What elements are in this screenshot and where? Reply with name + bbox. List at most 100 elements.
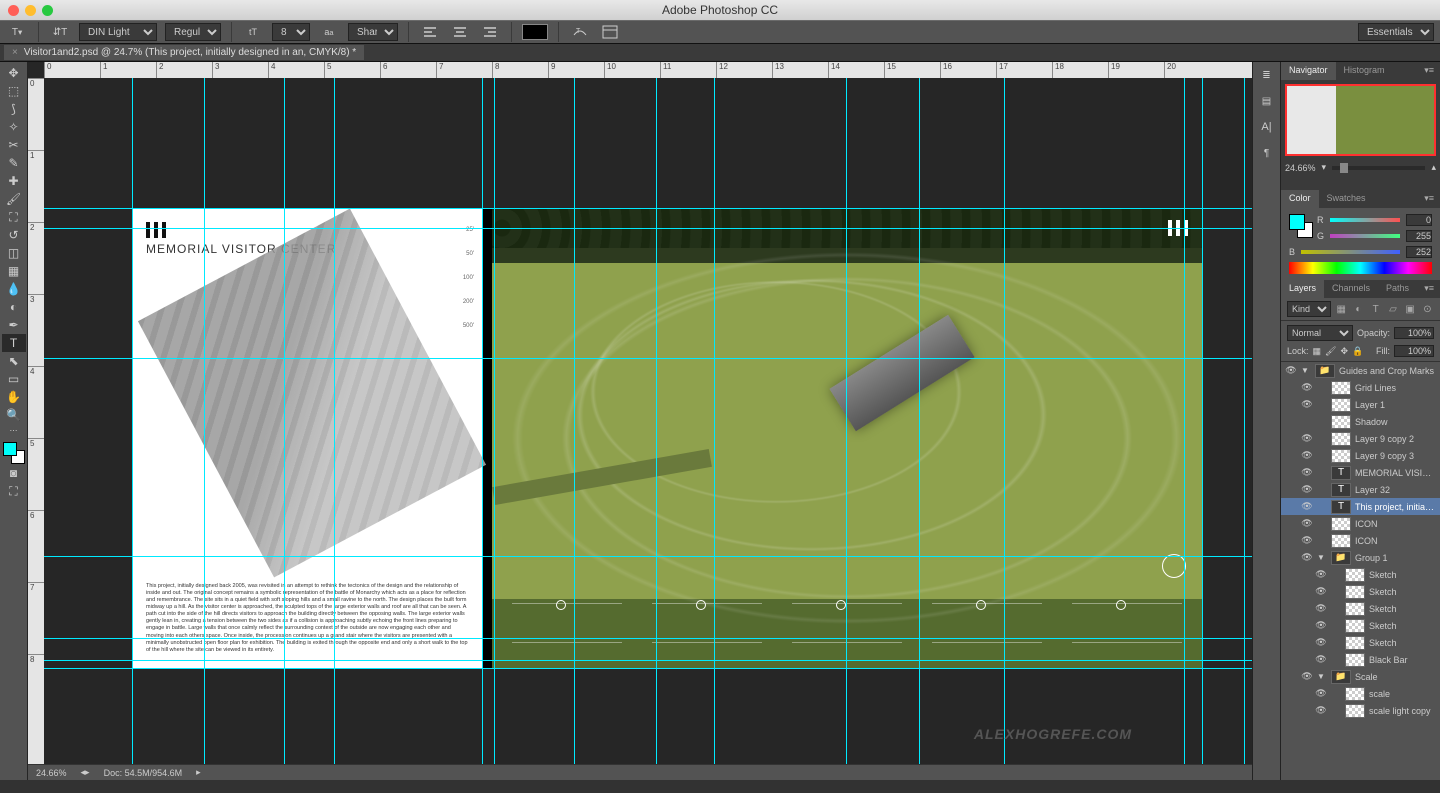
- close-window-button[interactable]: [8, 5, 19, 16]
- visibility-icon[interactable]: 👁: [1301, 433, 1313, 444]
- history-brush-tool-icon[interactable]: ↺: [2, 226, 26, 244]
- blur-tool-icon[interactable]: 💧: [2, 280, 26, 298]
- tool-preset-icon[interactable]: T▾: [6, 23, 28, 41]
- close-tab-icon[interactable]: ×: [12, 47, 18, 58]
- layer-row[interactable]: 👁Sketch: [1281, 566, 1440, 583]
- color-value-b[interactable]: [1406, 246, 1432, 258]
- visibility-icon[interactable]: 👁: [1301, 552, 1313, 563]
- layer-row[interactable]: 👁Sketch: [1281, 634, 1440, 651]
- status-arrows[interactable]: ◂▸: [81, 767, 90, 778]
- layer-row[interactable]: 👁▼📁Guides and Crop Marks: [1281, 362, 1440, 379]
- align-center-icon[interactable]: [449, 23, 471, 41]
- rectangle-tool-icon[interactable]: ▭: [2, 370, 26, 388]
- visibility-icon[interactable]: 👁: [1315, 603, 1327, 614]
- layer-row[interactable]: 👁ICON: [1281, 532, 1440, 549]
- visibility-icon[interactable]: 👁: [1301, 450, 1313, 461]
- layer-row[interactable]: 👁scale light copy: [1281, 702, 1440, 719]
- visibility-icon[interactable]: 👁: [1285, 365, 1297, 376]
- panel-menu-icon[interactable]: ▾≡: [1418, 62, 1440, 80]
- type-tool-icon[interactable]: T: [2, 334, 26, 352]
- visibility-icon[interactable]: 👁: [1315, 620, 1327, 631]
- layer-filter-kind[interactable]: Kind: [1287, 301, 1331, 317]
- filter-smart-icon[interactable]: ▣: [1404, 302, 1417, 316]
- text-color-swatch[interactable]: [522, 24, 548, 40]
- text-orientation-icon[interactable]: ⇵T: [49, 23, 71, 41]
- tab-layers[interactable]: Layers: [1281, 280, 1324, 298]
- document-tab[interactable]: × Visitor1and2.psd @ 24.7% (This project…: [4, 45, 364, 60]
- visibility-icon[interactable]: 👁: [1301, 518, 1313, 529]
- path-select-tool-icon[interactable]: ⬉: [2, 352, 26, 370]
- layer-row[interactable]: Shadow: [1281, 413, 1440, 430]
- visibility-icon[interactable]: 👁: [1301, 399, 1313, 410]
- edit-toolbar-icon[interactable]: ⋯: [2, 424, 26, 436]
- visibility-icon[interactable]: 👁: [1315, 654, 1327, 665]
- layer-row[interactable]: 👁Sketch: [1281, 583, 1440, 600]
- filter-toggle-icon[interactable]: ⊙: [1421, 302, 1434, 316]
- panel-menu-icon[interactable]: ▾≡: [1418, 190, 1440, 208]
- layer-row[interactable]: 👁Layer 1: [1281, 396, 1440, 413]
- layer-row[interactable]: 👁TThis project, initially des...: [1281, 498, 1440, 515]
- lock-pixels-icon[interactable]: 🖌: [1325, 346, 1336, 357]
- color-fg-bg[interactable]: [1289, 214, 1313, 238]
- vertical-ruler[interactable]: 012345678: [28, 78, 44, 780]
- layer-row[interactable]: 👁Layer 9 copy 3: [1281, 447, 1440, 464]
- pen-tool-icon[interactable]: ✒: [2, 316, 26, 334]
- eyedropper-tool-icon[interactable]: ✎: [2, 154, 26, 172]
- layer-row[interactable]: 👁Black Bar: [1281, 651, 1440, 668]
- lock-trans-icon[interactable]: ▦: [1313, 346, 1322, 357]
- lasso-tool-icon[interactable]: ⟆: [2, 100, 26, 118]
- visibility-icon[interactable]: 👁: [1301, 467, 1313, 478]
- layer-row[interactable]: 👁ICON: [1281, 515, 1440, 532]
- font-style-select[interactable]: Regular: [165, 23, 221, 41]
- history-panel-icon[interactable]: ≣: [1256, 66, 1278, 84]
- color-slider-b[interactable]: [1301, 247, 1400, 257]
- character-panel-icon[interactable]: [599, 23, 621, 41]
- eraser-tool-icon[interactable]: ◫: [2, 244, 26, 262]
- filter-shape-icon[interactable]: ▱: [1386, 302, 1399, 316]
- visibility-icon[interactable]: 👁: [1315, 569, 1327, 580]
- tab-paths[interactable]: Paths: [1378, 280, 1417, 298]
- brush-tool-icon[interactable]: 🖌: [2, 190, 26, 208]
- color-slider-r[interactable]: [1330, 215, 1401, 225]
- tab-navigator[interactable]: Navigator: [1281, 62, 1336, 80]
- zoom-out-icon[interactable]: ▾: [1322, 162, 1327, 173]
- wand-tool-icon[interactable]: ✧: [2, 118, 26, 136]
- visibility-icon[interactable]: 👁: [1301, 671, 1313, 682]
- panel-menu-icon[interactable]: ▾≡: [1418, 280, 1440, 298]
- visibility-icon[interactable]: 👁: [1301, 484, 1313, 495]
- fg-bg-color[interactable]: [3, 442, 25, 464]
- color-spectrum[interactable]: [1289, 262, 1432, 274]
- zoom-in-icon[interactable]: ▴: [1431, 162, 1436, 173]
- marquee-tool-icon[interactable]: ⬚: [2, 82, 26, 100]
- paragraph-collapsed-icon[interactable]: ¶: [1256, 144, 1278, 162]
- font-size-select[interactable]: 8 pt: [272, 23, 310, 41]
- quickmask-icon[interactable]: ◙: [2, 464, 26, 482]
- minimize-window-button[interactable]: [25, 5, 36, 16]
- blend-mode-select[interactable]: Normal: [1287, 325, 1353, 341]
- layer-row[interactable]: 👁TMEMORIAL VISITOR CEN...: [1281, 464, 1440, 481]
- visibility-icon[interactable]: 👁: [1315, 688, 1327, 699]
- tab-color[interactable]: Color: [1281, 190, 1319, 208]
- healing-tool-icon[interactable]: ✚: [2, 172, 26, 190]
- navigator-thumbnail[interactable]: [1285, 84, 1436, 156]
- gradient-tool-icon[interactable]: ▦: [2, 262, 26, 280]
- tab-channels[interactable]: Channels: [1324, 280, 1378, 298]
- workspace-select[interactable]: Essentials: [1358, 23, 1434, 41]
- visibility-icon[interactable]: 👁: [1301, 382, 1313, 393]
- visibility-icon[interactable]: 👁: [1301, 501, 1313, 512]
- stamp-tool-icon[interactable]: ⛶: [2, 208, 26, 226]
- tab-swatches[interactable]: Swatches: [1319, 190, 1374, 208]
- layer-row[interactable]: 👁Sketch: [1281, 617, 1440, 634]
- layer-row[interactable]: 👁scale: [1281, 685, 1440, 702]
- crop-tool-icon[interactable]: ✂: [2, 136, 26, 154]
- visibility-icon[interactable]: 👁: [1315, 586, 1327, 597]
- visibility-icon[interactable]: 👁: [1315, 705, 1327, 716]
- layer-row[interactable]: 👁TLayer 32: [1281, 481, 1440, 498]
- tab-histogram[interactable]: Histogram: [1336, 62, 1393, 80]
- hand-tool-icon[interactable]: ✋: [2, 388, 26, 406]
- color-value-g[interactable]: [1406, 230, 1432, 242]
- layer-row[interactable]: 👁Layer 9 copy 2: [1281, 430, 1440, 447]
- anti-alias-select[interactable]: Sharp: [348, 23, 398, 41]
- opacity-value[interactable]: 100%: [1394, 327, 1434, 339]
- status-chevron-icon[interactable]: ▸: [196, 767, 201, 778]
